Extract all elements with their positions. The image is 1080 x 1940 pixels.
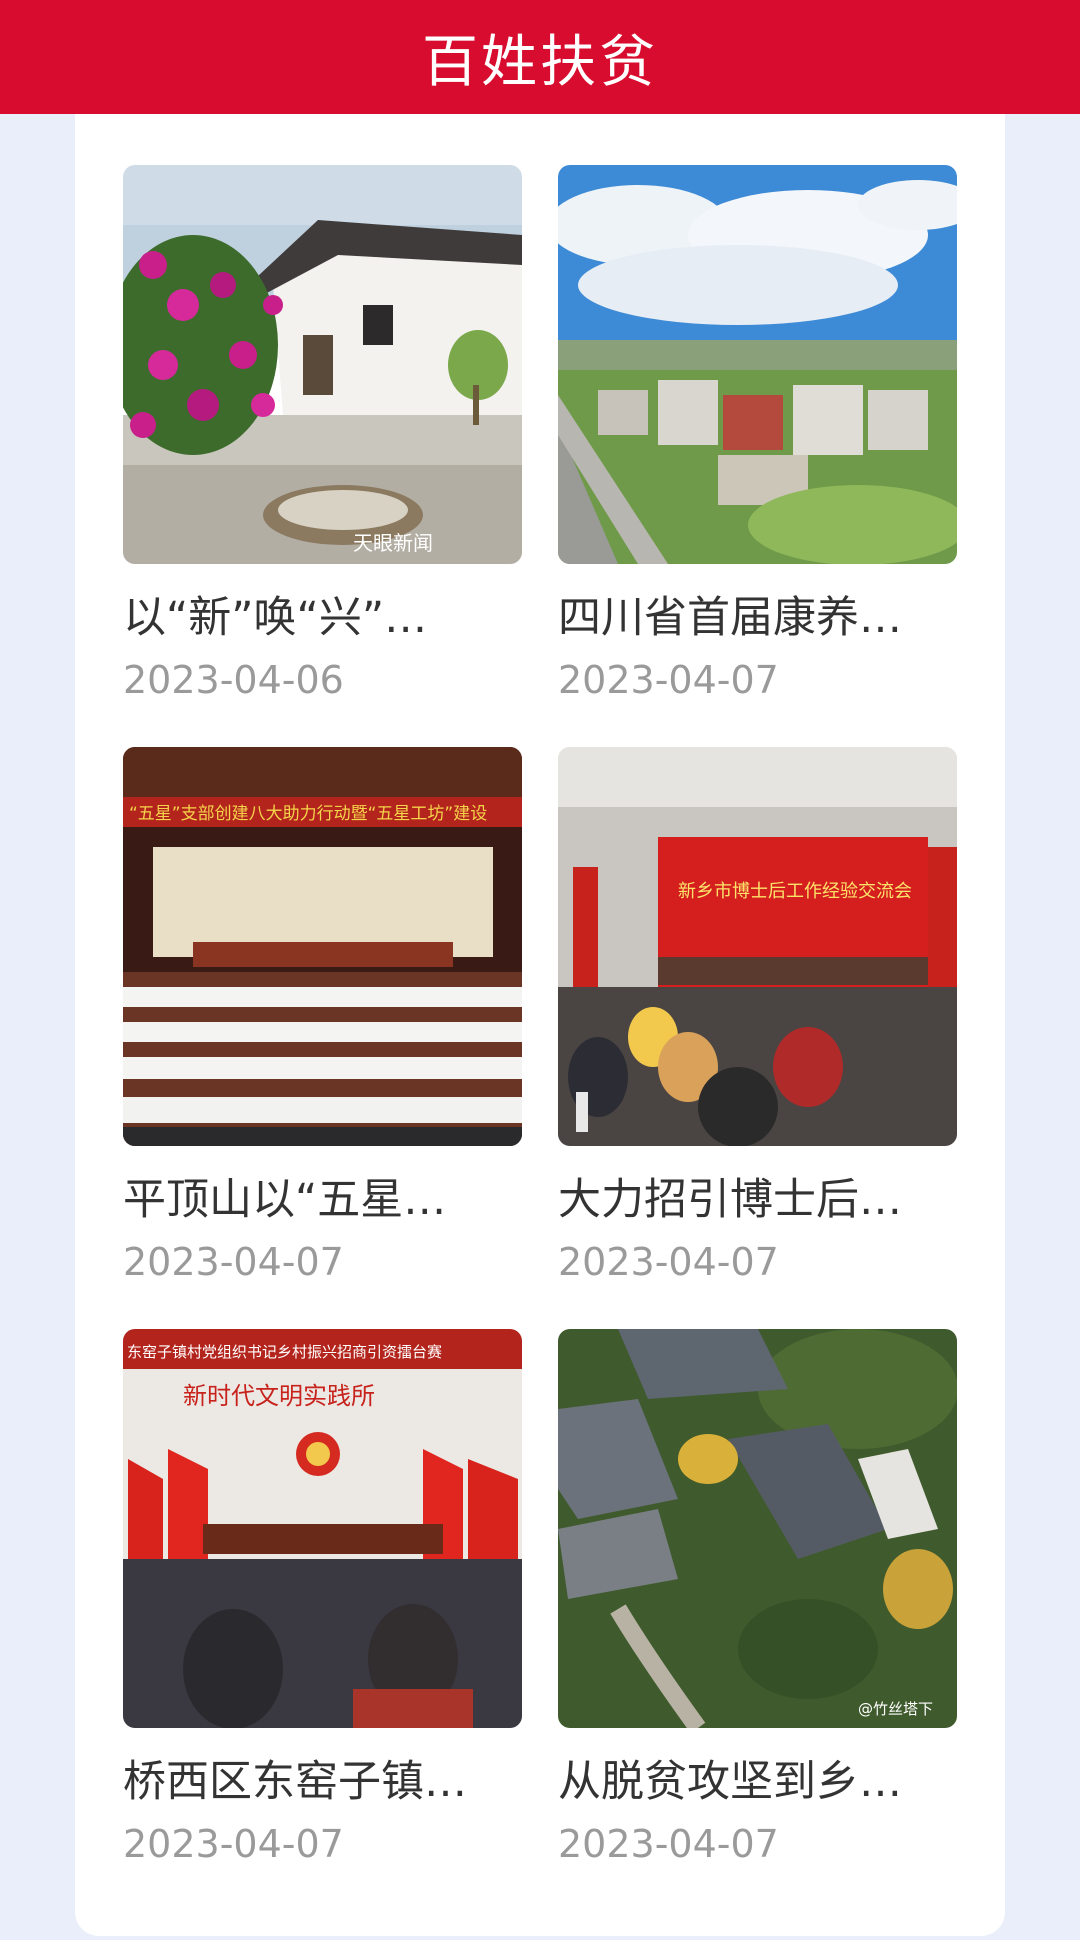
article-date: 2023-04-07 <box>558 1240 779 1284</box>
article-title[interactable]: 从脱贫攻坚到乡… <box>558 1754 957 1810</box>
party-meeting-image: 东窑子镇村党组织书记乡村振兴招商引资擂台赛 新时代文明实践所 <box>123 1329 522 1728</box>
aerial-rooftops-image: @竹丝塔下 <box>558 1329 957 1728</box>
article-date: 2023-04-06 <box>123 658 344 702</box>
article-title[interactable]: 大力招引博士后… <box>558 1172 957 1228</box>
article-title[interactable]: 四川省首届康养… <box>558 590 957 646</box>
article-card[interactable]: “五星”支部创建八大助力行动暨“五星工坊”建设 平顶山以“五星… 2023-04… <box>123 747 522 1286</box>
article-title[interactable]: 平顶山以“五星… <box>123 1172 522 1228</box>
article-card[interactable]: 天眼新闻 以“新”唤“兴”… 2023-04-06 <box>123 165 522 704</box>
article-thumbnail[interactable]: @竹丝塔下 <box>558 1329 957 1728</box>
conference-hall-image: “五星”支部创建八大助力行动暨“五星工坊”建设 <box>123 747 522 1146</box>
svg-text:新时代文明实践所: 新时代文明实践所 <box>183 1382 375 1410</box>
article-thumbnail[interactable]: “五星”支部创建八大助力行动暨“五星工坊”建设 <box>123 747 522 1146</box>
article-thumbnail[interactable]: 东窑子镇村党组织书记乡村振兴招商引资擂台赛 新时代文明实践所 <box>123 1329 522 1728</box>
article-thumbnail[interactable] <box>558 165 957 564</box>
aerial-campus-image <box>558 165 957 564</box>
article-title[interactable]: 以“新”唤“兴”… <box>123 590 522 646</box>
article-date: 2023-04-07 <box>558 658 779 702</box>
article-card[interactable]: 东窑子镇村党组织书记乡村振兴招商引资擂台赛 新时代文明实践所 桥西区东窑子镇… … <box>123 1329 522 1868</box>
article-title[interactable]: 桥西区东窑子镇… <box>123 1754 522 1810</box>
svg-text:东窑子镇村党组织书记乡村振兴招商引资擂台赛: 东窑子镇村党组织书记乡村振兴招商引资擂台赛 <box>127 1343 442 1361</box>
article-card[interactable]: 新乡市博士后工作经验交流会 大力招引博士后… 2023-04-07 <box>558 747 957 1286</box>
article-date: 2023-04-07 <box>558 1822 779 1866</box>
svg-text:@竹丝塔下: @竹丝塔下 <box>858 1700 933 1718</box>
article-card[interactable]: @竹丝塔下 从脱贫攻坚到乡… 2023-04-07 <box>558 1329 957 1868</box>
svg-text:天眼新闻: 天眼新闻 <box>353 531 433 555</box>
article-grid: 天眼新闻 以“新”唤“兴”… 2023-04-06 四川省首届康养… 2023-… <box>75 114 1005 1936</box>
app-header: 百姓扶贫 <box>0 0 1080 114</box>
page-title: 百姓扶贫 <box>422 29 658 95</box>
postdoc-meeting-image: 新乡市博士后工作经验交流会 <box>558 747 957 1146</box>
article-card[interactable]: 四川省首届康养… 2023-04-07 <box>558 165 957 704</box>
svg-text:新乡市博士后工作经验交流会: 新乡市博士后工作经验交流会 <box>678 881 912 902</box>
article-thumbnail[interactable]: 新乡市博士后工作经验交流会 <box>558 747 957 1146</box>
svg-text:“五星”支部创建八大助力行动暨“五星工坊”建设: “五星”支部创建八大助力行动暨“五星工坊”建设 <box>129 804 487 824</box>
article-date: 2023-04-07 <box>123 1822 344 1866</box>
article-thumbnail[interactable]: 天眼新闻 <box>123 165 522 564</box>
article-date: 2023-04-07 <box>123 1240 344 1284</box>
village-house-image: 天眼新闻 <box>123 165 522 564</box>
